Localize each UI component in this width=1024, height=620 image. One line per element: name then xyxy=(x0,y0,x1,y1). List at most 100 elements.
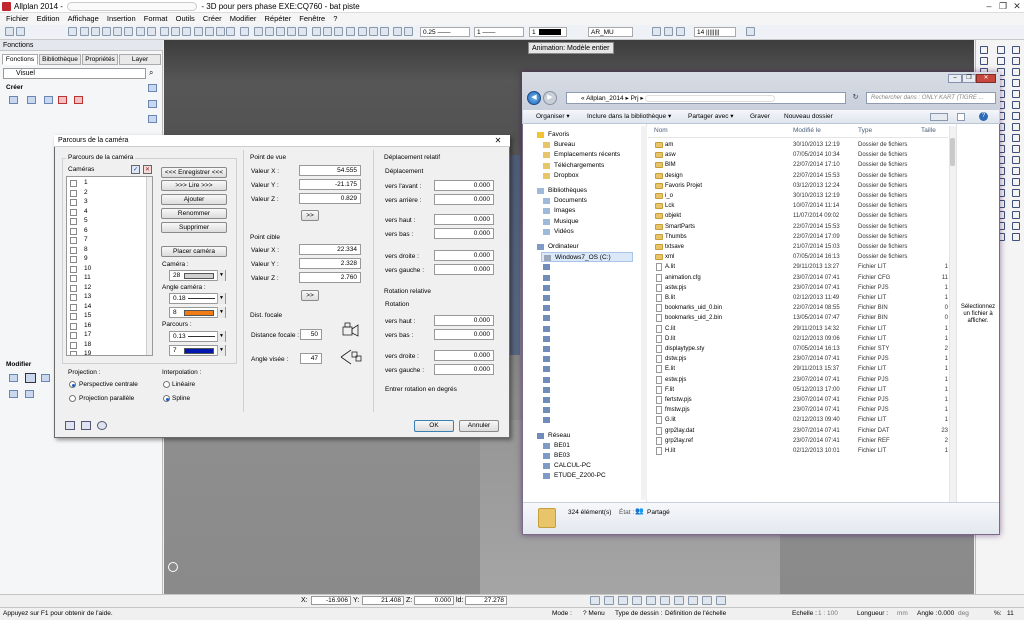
nav-item[interactable]: Musique xyxy=(541,217,633,227)
nav-item[interactable] xyxy=(541,283,633,293)
camera-list-item[interactable]: 13 xyxy=(69,293,145,302)
file-row[interactable]: estw.pjs 23/07/2014 07:41 Fichier PJS 1 xyxy=(652,375,948,385)
move-left-input[interactable]: 0.000 xyxy=(434,264,494,275)
nav-item[interactable]: CALCUL-PC xyxy=(541,461,633,471)
interpolation-linear-radio[interactable] xyxy=(163,381,170,388)
camera-checkbox[interactable] xyxy=(70,189,77,197)
open-file-icon[interactable] xyxy=(65,421,75,430)
camera-checkbox[interactable] xyxy=(70,284,77,292)
toolbar-tool-22-icon[interactable] xyxy=(287,27,296,36)
camera-list-item[interactable]: 9 xyxy=(69,255,145,264)
nav-item[interactable]: Vidéos xyxy=(541,227,633,237)
nav-item[interactable]: ETUDE_Z200-PC xyxy=(541,471,633,481)
nav-item[interactable]: Documents xyxy=(541,196,633,206)
camera-list-item[interactable]: 11 xyxy=(69,274,145,283)
target-y-input[interactable]: 2.328 xyxy=(299,258,361,269)
viewpoint-x-input[interactable]: 54.555 xyxy=(299,165,361,176)
toolbar-tool-21-icon[interactable] xyxy=(276,27,285,36)
nav-item[interactable] xyxy=(541,385,633,395)
drawing-tool-21-icon[interactable] xyxy=(1012,112,1020,120)
rotate-right-input[interactable]: 0.000 xyxy=(434,350,494,361)
file-row[interactable]: i_o 30/10/2013 12:19 Dossier de fichiers xyxy=(652,191,948,201)
drawing-tool-1-icon[interactable] xyxy=(980,46,988,54)
camera-checkbox[interactable] xyxy=(70,332,77,339)
file-row[interactable]: astw.pjs 23/07/2014 07:41 Fichier PJS 1 xyxy=(652,283,948,293)
modify-tool-5-icon[interactable] xyxy=(25,390,34,398)
include-library-button[interactable]: Inclure dans la bibliothèque ▾ xyxy=(587,110,671,123)
delete-camera-button[interactable]: Supprimer xyxy=(161,222,227,233)
camera-checkbox[interactable] xyxy=(70,218,77,225)
line-type-field[interactable]: 1 —— xyxy=(474,27,524,37)
drawing-tool-30-icon[interactable] xyxy=(1012,145,1020,153)
save-file-icon[interactable] xyxy=(81,421,91,430)
minimize-button[interactable]: – xyxy=(982,0,996,13)
camera-list-item[interactable]: 15 xyxy=(69,312,145,321)
snap-tool-10-icon[interactable] xyxy=(716,596,726,605)
file-row[interactable]: fertstw.pjs 23/07/2014 07:41 Fichier PJS 1 xyxy=(652,395,948,405)
toolbar-tool-2-icon[interactable] xyxy=(16,27,25,36)
file-row[interactable]: grp2lay.dat 23/07/2014 07:41 Fichier DAT 23 xyxy=(652,426,948,436)
drawing-tool-6-icon[interactable] xyxy=(1012,57,1020,65)
move-forward-input[interactable]: 0.000 xyxy=(434,180,494,191)
toolbar-tool-15-icon[interactable] xyxy=(205,27,214,36)
create-tool-1-icon[interactable] xyxy=(9,96,18,104)
camera-list-item[interactable]: 1 xyxy=(69,179,145,188)
forward-arrow-icon[interactable]: ▶ xyxy=(543,91,557,105)
drawing-tool-18-icon[interactable] xyxy=(1012,101,1020,109)
nav-item[interactable] xyxy=(541,313,633,323)
search-icon[interactable]: ⌕ xyxy=(149,68,159,79)
toolbar-tool-25-icon[interactable] xyxy=(323,27,332,36)
nav-item[interactable] xyxy=(541,364,633,374)
file-row[interactable]: BIM 22/07/2014 17:10 Dossier de fichiers xyxy=(652,160,948,170)
place-camera-button[interactable]: Placer caméra xyxy=(161,246,227,257)
nav-item[interactable] xyxy=(541,395,633,405)
drawing-tool-24-icon[interactable] xyxy=(1012,123,1020,131)
toolbar-tool-23-icon[interactable] xyxy=(298,27,307,36)
toolbar-tool-16-icon[interactable] xyxy=(216,27,225,36)
camera-list-item[interactable]: 8 xyxy=(69,246,145,255)
toolbar-tool-31-icon[interactable] xyxy=(393,27,402,36)
file-row[interactable]: E.lit 29/11/2013 15:37 Fichier LIT 1 xyxy=(652,364,948,374)
nav-item[interactable]: Bibliothèques xyxy=(535,186,633,196)
viewpoint-z-input[interactable]: 0.829 xyxy=(299,193,361,204)
camera-checkbox[interactable] xyxy=(70,180,77,187)
tab-proprietes[interactable]: Propriétés xyxy=(82,54,118,65)
check-all-icon[interactable]: ✓ xyxy=(131,165,140,174)
camera-list[interactable]: 1 2 3 4 5 6 7 8 9 10 11 12 13 14 15 16 17 18 19 xyxy=(66,176,153,356)
side-tool-2-icon[interactable] xyxy=(148,100,157,108)
viewpoint-pick-button[interactable]: >> xyxy=(301,210,319,221)
create-tool-3-icon[interactable] xyxy=(44,96,53,104)
toolbar-tool-32-icon[interactable] xyxy=(404,27,413,36)
camera-checkbox[interactable] xyxy=(70,256,77,263)
file-row[interactable]: displaytype.sty 07/05/2014 16:13 Fichier S… xyxy=(652,344,948,354)
file-row[interactable]: asw 07/05/2014 10:34 Dossier de fichiers xyxy=(652,150,948,160)
camera-checkbox[interactable] xyxy=(70,237,77,244)
rotate-down-input[interactable]: 0.000 xyxy=(434,329,494,340)
nav-item[interactable]: Téléchargements xyxy=(541,161,633,171)
toolbar-tool-20-icon[interactable] xyxy=(265,27,274,36)
layer-field[interactable]: AR_MU xyxy=(588,27,633,37)
camera-list-item[interactable]: 19 xyxy=(69,350,145,355)
menu-help[interactable]: ? xyxy=(333,13,337,25)
drawing-tool-48-icon[interactable] xyxy=(1012,211,1020,219)
camera-checkbox[interactable] xyxy=(70,265,77,273)
modify-tool-3-icon[interactable] xyxy=(41,374,50,382)
toolbar-tool-28-icon[interactable] xyxy=(358,27,367,36)
toolbar-tool-19-icon[interactable] xyxy=(254,27,263,36)
drawing-tool-2-icon[interactable] xyxy=(997,46,1005,54)
nav-item[interactable] xyxy=(541,354,633,364)
toolbar-tool-18-icon[interactable] xyxy=(240,27,249,36)
read-button[interactable]: >>> Lire >>> xyxy=(161,180,227,191)
file-row[interactable]: SmartParts 22/07/2014 15:53 Dossier de fic… xyxy=(652,222,948,232)
menu-fichier[interactable]: Fichier xyxy=(6,13,29,25)
toolbar-tool-5-icon[interactable] xyxy=(91,27,100,36)
burn-button[interactable]: Graver xyxy=(750,110,770,123)
address-part-prj[interactable]: Prj xyxy=(631,95,639,102)
file-row[interactable]: H.lit 02/12/2013 10:01 Fichier LIT 1 xyxy=(652,446,948,456)
snap-tool-6-icon[interactable] xyxy=(660,596,670,605)
address-part-allplan[interactable]: Allplan_2014 xyxy=(586,95,624,102)
nav-item[interactable]: Ordinateur xyxy=(535,242,633,252)
nav-item[interactable]: BE01 xyxy=(541,441,633,451)
column-modified[interactable]: Modifié le xyxy=(793,126,821,136)
drawing-tool-4-icon[interactable] xyxy=(980,57,988,65)
